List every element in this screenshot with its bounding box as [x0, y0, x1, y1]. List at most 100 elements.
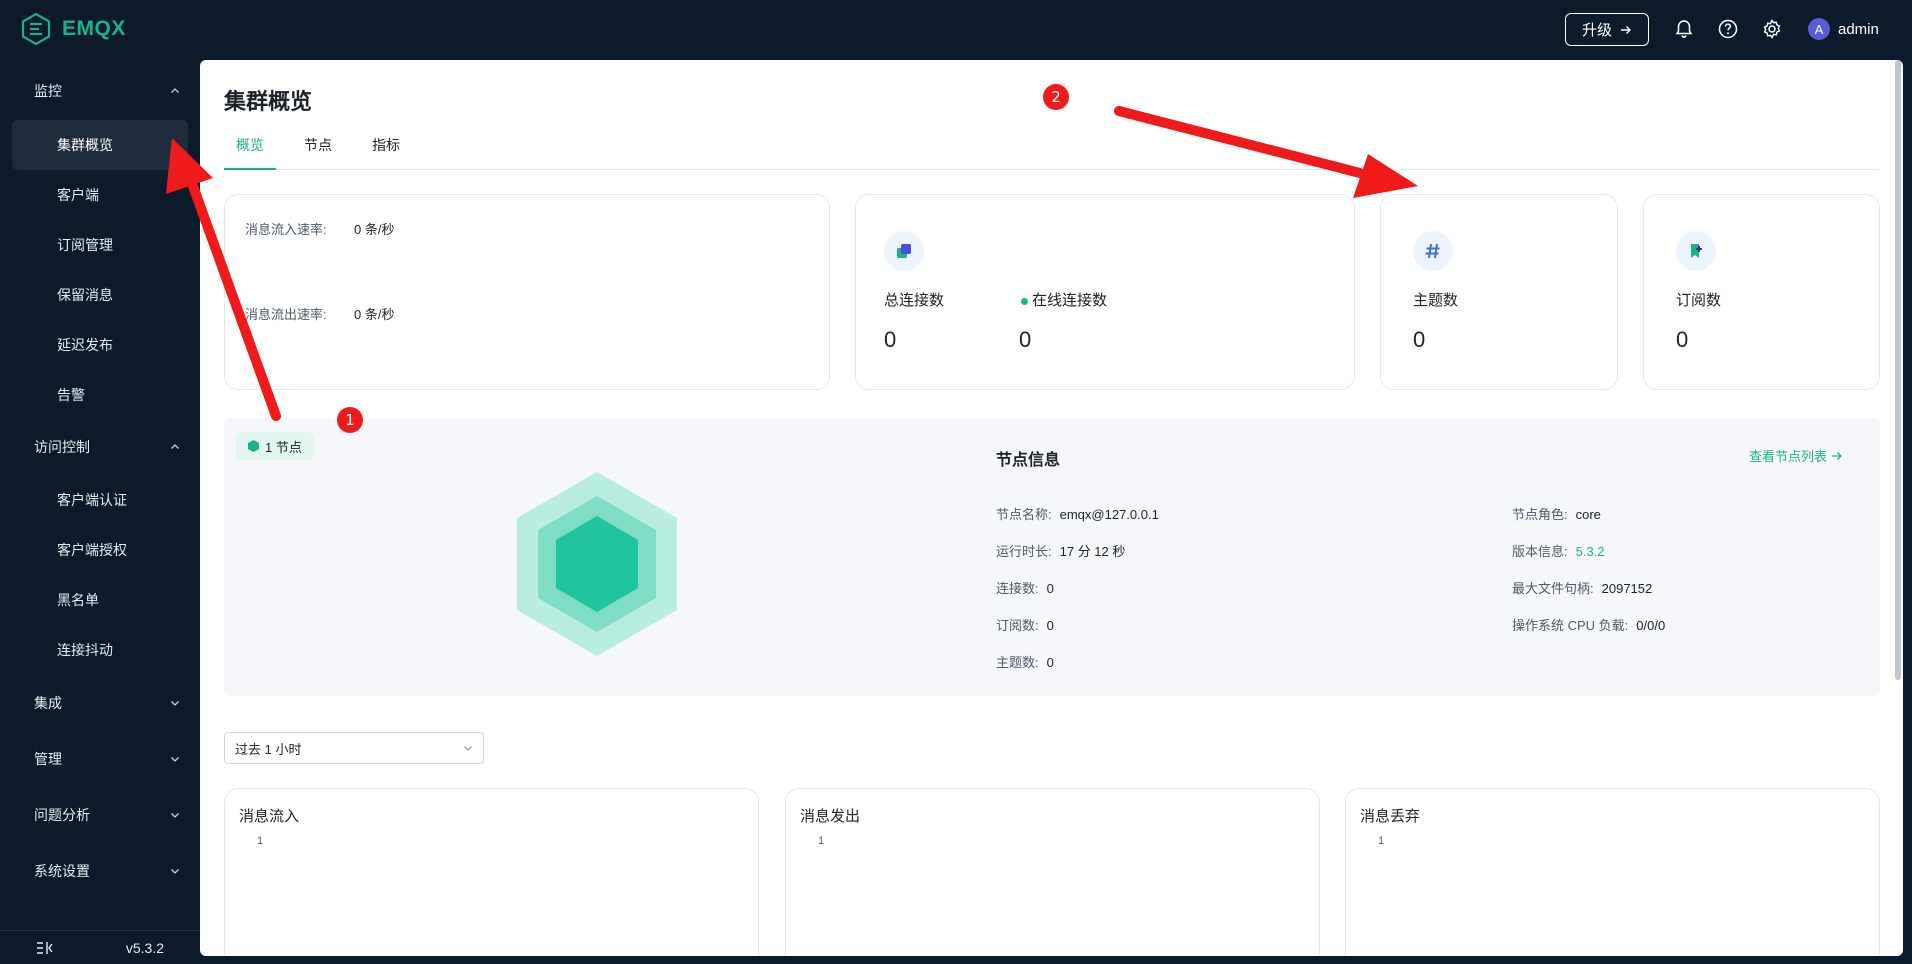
sidebar-item-retained[interactable]: 保留消息 — [12, 270, 188, 320]
nav-group-label: 问题分析 — [34, 807, 90, 823]
hexagon-icon — [248, 440, 259, 452]
emqx-logo-icon — [21, 13, 51, 45]
node-subscriptions-row: 订阅数: 0 — [996, 615, 1054, 634]
incoming-rate-value: 0 条/秒 — [354, 222, 395, 237]
node-count-badge: 1 节点 — [236, 432, 314, 460]
sidebar-item-label: 告警 — [57, 387, 85, 403]
node-count-text: 1 节点 — [265, 439, 302, 455]
node-cpu-load-row: 操作系统 CPU 负载: 0/0/0 — [1512, 615, 1665, 634]
view-node-list-link[interactable]: 查看节点列表 — [1749, 446, 1843, 465]
nav-group-access-control[interactable]: 访问控制 — [0, 429, 200, 465]
chevron-up-icon — [171, 88, 179, 93]
sidebar-footer: v5.3.2 — [0, 930, 200, 964]
sidebar-item-label: 连接抖动 — [57, 642, 113, 658]
kv-label: 连接数: — [996, 581, 1039, 596]
kv-label: 最大文件句柄: — [1512, 581, 1594, 596]
sidebar-item-alarms[interactable]: 告警 — [12, 370, 188, 420]
tab-metrics[interactable]: 指标 — [360, 128, 412, 170]
online-dot-icon — [1021, 297, 1028, 305]
chevron-down-icon — [171, 813, 179, 818]
chart-title: 消息丢弃 — [1360, 808, 1421, 825]
nav-group-label: 访问控制 — [34, 439, 90, 455]
kv-value: 0 — [1046, 618, 1054, 633]
nav-group-monitoring[interactable]: 监控 — [0, 73, 200, 109]
kv-label: 节点名称: — [996, 507, 1052, 522]
annotation-marker-2: 2 — [1043, 84, 1069, 110]
chevron-down-icon — [464, 746, 472, 751]
sidebar-item-label: 黑名单 — [57, 592, 99, 608]
version-label: v5.3.2 — [125, 939, 164, 956]
upgrade-button[interactable]: 升级 — [1565, 13, 1649, 46]
subscriptions-value: 0 — [1676, 327, 1689, 352]
upgrade-label: 升级 — [1581, 22, 1612, 39]
gear-icon[interactable] — [1761, 18, 1783, 40]
kv-value: 0 — [1046, 655, 1054, 670]
sidebar-item-label: 延迟发布 — [57, 337, 113, 353]
total-connections-value: 0 — [884, 327, 897, 352]
nav-group-label: 监控 — [34, 83, 62, 99]
tab-bar: 概览 节点 指标 — [224, 128, 1879, 170]
kv-label: 版本信息: — [1512, 544, 1568, 559]
sidebar-item-blacklist[interactable]: 黑名单 — [12, 575, 188, 625]
hash-icon — [1413, 231, 1453, 271]
arrow-right-icon — [1621, 25, 1631, 34]
help-icon[interactable] — [1717, 18, 1739, 40]
node-topics-row: 主题数: 0 — [996, 652, 1054, 671]
avatar: A — [1808, 18, 1830, 40]
chart-y-tick: 1 — [1378, 835, 1385, 847]
kv-label: 订阅数: — [996, 618, 1039, 633]
connections-card: 总连接数 0 在线连接数 0 — [855, 194, 1355, 390]
sidebar-item-authn[interactable]: 客户端认证 — [12, 475, 188, 525]
nav-group-system-settings[interactable]: 系统设置 — [0, 853, 200, 889]
sidebar-item-flapping[interactable]: 连接抖动 — [12, 625, 188, 675]
chart-card-dropped: 消息丢弃 1 — [1345, 788, 1880, 956]
page-scrollbar[interactable] — [1895, 60, 1901, 680]
nav-group-label: 管理 — [34, 751, 62, 767]
chevron-down-icon — [171, 701, 179, 706]
total-connections-label: 总连接数 — [884, 292, 945, 309]
kv-value: 0 — [1046, 581, 1054, 596]
kv-value: emqx@127.0.0.1 — [1059, 507, 1159, 522]
chart-title: 消息发出 — [800, 808, 861, 825]
sidebar-item-subscriptions[interactable]: 订阅管理 — [12, 220, 188, 270]
sidebar-item-authz[interactable]: 客户端授权 — [12, 525, 188, 575]
chart-y-tick: 1 — [818, 835, 825, 847]
page-title: 集群概览 — [224, 89, 313, 114]
topics-label: 主题数 — [1413, 292, 1459, 309]
nav-group-diagnostics[interactable]: 问题分析 — [0, 797, 200, 833]
bookmark-icon — [1676, 231, 1716, 271]
chevron-down-icon — [171, 869, 179, 874]
subscriptions-label: 订阅数 — [1676, 292, 1722, 309]
node-info-title: 节点信息 — [996, 452, 1061, 469]
bell-icon[interactable] — [1673, 18, 1695, 40]
node-hexagon-graphic[interactable] — [514, 470, 680, 658]
sidebar-item-cluster-overview[interactable]: 集群概览 — [12, 120, 188, 170]
sidebar-item-clients[interactable]: 客户端 — [12, 170, 188, 220]
chevron-down-icon — [171, 757, 179, 762]
node-max-fds-row: 最大文件句柄: 2097152 — [1512, 578, 1652, 597]
kv-label: 主题数: — [996, 655, 1039, 670]
node-uptime-row: 运行时长: 17 分 12 秒 — [996, 541, 1125, 560]
annotation-marker-1: 1 — [337, 407, 363, 433]
user-menu[interactable]: A admin — [1808, 18, 1879, 40]
kv-label: 节点角色: — [1512, 507, 1568, 522]
tab-overview[interactable]: 概览 — [224, 128, 276, 170]
nav-group-management[interactable]: 管理 — [0, 741, 200, 777]
sidebar-item-label: 订阅管理 — [57, 237, 113, 253]
online-connections-label: 在线连接数 — [1021, 289, 1107, 310]
outgoing-rate-label: 消息流出速率: — [245, 307, 327, 322]
kv-value[interactable]: 5.3.2 — [1576, 544, 1605, 559]
chart-y-tick: 1 — [257, 835, 264, 847]
sidebar-item-delayed[interactable]: 延迟发布 — [12, 320, 188, 370]
collapse-sidebar-icon[interactable] — [36, 941, 54, 955]
sidebar-item-label: 客户端 — [57, 187, 99, 203]
time-range-value: 过去 1 小时 — [235, 741, 302, 757]
time-range-select[interactable]: 过去 1 小时 — [224, 732, 484, 764]
sidebar: 监控 集群概览 客户端 订阅管理 保留消息 延迟发布 告警 访问控制 客户端认证… — [0, 58, 200, 964]
topics-card: 主题数 0 — [1380, 194, 1618, 390]
tab-nodes[interactable]: 节点 — [292, 128, 344, 170]
connections-icon — [884, 231, 924, 271]
nav-group-integration[interactable]: 集成 — [0, 685, 200, 721]
logo[interactable]: EMQX — [20, 13, 126, 45]
node-section: 1 节点 节点信息 查看节点列表 节点名称: emqx@127.0.0.1 运行时… — [224, 418, 1880, 696]
